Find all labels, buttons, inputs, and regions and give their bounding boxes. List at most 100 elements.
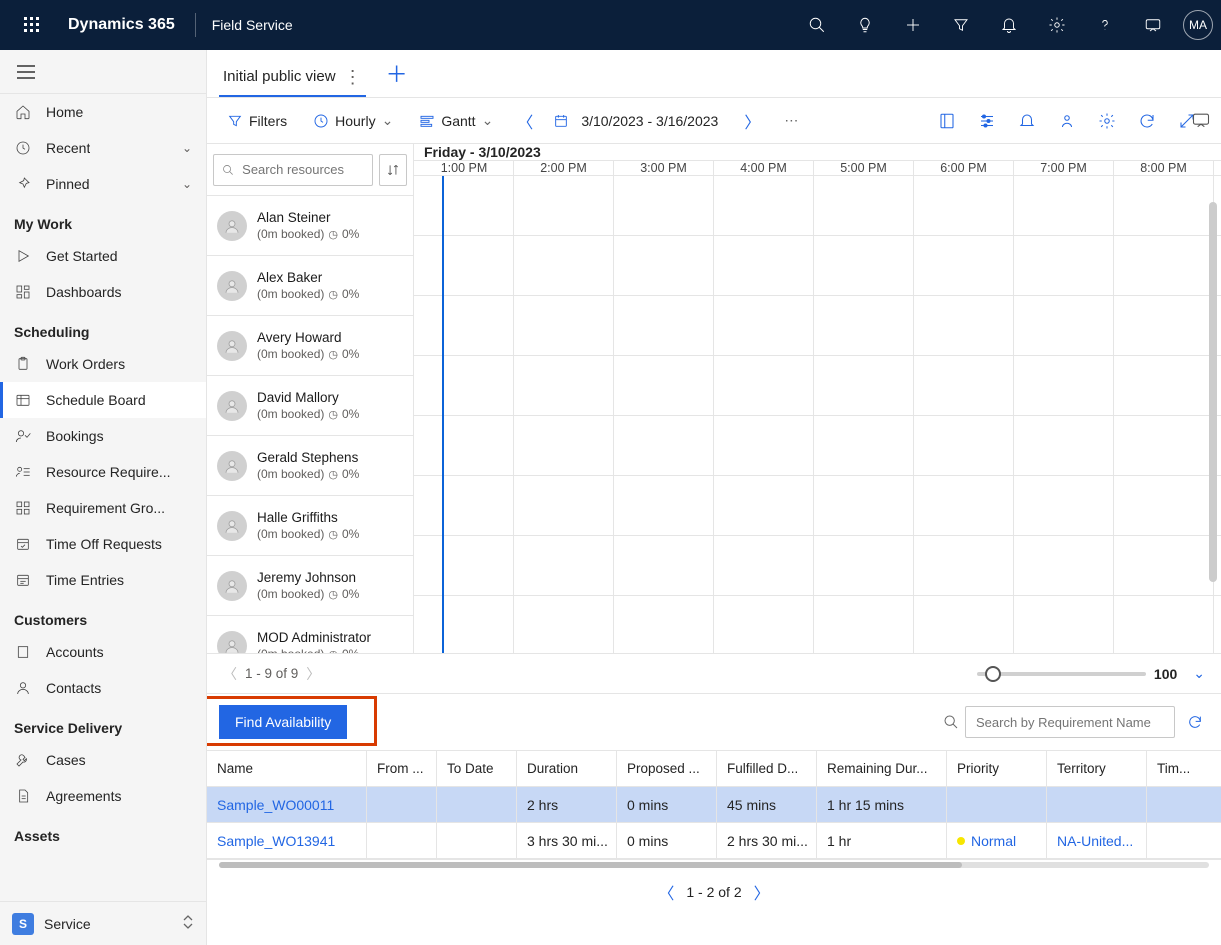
- cell-name[interactable]: Sample_WO13941: [207, 823, 367, 858]
- more-commands-icon[interactable]: ⋯: [776, 108, 806, 133]
- page-prev-button[interactable]: 〈: [223, 664, 237, 684]
- filter-icon[interactable]: [939, 1, 983, 49]
- nav-pinned[interactable]: Pinned ⌄: [0, 166, 206, 202]
- nav-get-started[interactable]: Get Started: [0, 238, 206, 274]
- view-dropdown[interactable]: Gantt ⌄: [411, 108, 501, 133]
- gantt-cell[interactable]: [714, 296, 814, 355]
- nav-time-entries[interactable]: Time Entries: [0, 562, 206, 598]
- resource-row[interactable]: MOD Administrator (0m booked) ◷ 0%: [207, 616, 413, 653]
- gantt-cell[interactable]: [514, 176, 614, 235]
- nav-home[interactable]: Home: [0, 94, 206, 130]
- gantt-cell[interactable]: [614, 596, 714, 653]
- date-range-picker[interactable]: 3/10/2023 - 3/16/2023: [545, 109, 732, 133]
- lightbulb-icon[interactable]: [843, 1, 887, 49]
- book-icon[interactable]: [937, 111, 957, 131]
- list-settings-icon[interactable]: [977, 111, 997, 131]
- col-fulfilled[interactable]: Fulfilled D...: [717, 751, 817, 786]
- gantt-cell[interactable]: [814, 236, 914, 295]
- req-page-next-button[interactable]: 〉: [754, 880, 770, 904]
- gantt-cell[interactable]: [1114, 176, 1214, 235]
- gantt-cell[interactable]: [914, 416, 1014, 475]
- nav-schedule-board[interactable]: Schedule Board: [0, 382, 206, 418]
- nav-work-orders[interactable]: Work Orders: [0, 346, 206, 382]
- gantt-cell[interactable]: [914, 476, 1014, 535]
- gantt-cell[interactable]: [1014, 536, 1114, 595]
- gantt-cell[interactable]: [814, 296, 914, 355]
- gantt-cell[interactable]: [714, 596, 814, 653]
- search-input[interactable]: [240, 161, 364, 178]
- gantt-cell[interactable]: [1014, 236, 1114, 295]
- bell-icon[interactable]: [1017, 111, 1037, 131]
- gantt-cell[interactable]: [914, 296, 1014, 355]
- gantt-row[interactable]: [414, 536, 1221, 596]
- area-switcher[interactable]: S Service: [0, 901, 206, 945]
- gantt-cell[interactable]: [1014, 476, 1114, 535]
- gantt-cell[interactable]: [714, 356, 814, 415]
- map-person-icon[interactable]: [1057, 111, 1077, 131]
- gantt-cell[interactable]: [914, 176, 1014, 235]
- requirement-row[interactable]: Sample_WO13941 3 hrs 30 mi... 0 mins 2 h…: [207, 823, 1221, 859]
- nav-cases[interactable]: Cases: [0, 742, 206, 778]
- sort-button[interactable]: [379, 154, 407, 186]
- resource-row[interactable]: David Mallory (0m booked) ◷ 0%: [207, 376, 413, 436]
- page-next-button[interactable]: 〉: [306, 664, 320, 684]
- gantt-cell[interactable]: [1114, 536, 1214, 595]
- gantt-cell[interactable]: [614, 296, 714, 355]
- resource-row[interactable]: Alan Steiner (0m booked) ◷ 0%: [207, 196, 413, 256]
- help-icon[interactable]: [1083, 1, 1127, 49]
- gantt-cell[interactable]: [914, 356, 1014, 415]
- gantt-cell[interactable]: [414, 536, 514, 595]
- gantt-cell[interactable]: [414, 596, 514, 653]
- gantt-cell[interactable]: [714, 416, 814, 475]
- col-proposed[interactable]: Proposed ...: [617, 751, 717, 786]
- gantt-row[interactable]: [414, 176, 1221, 236]
- gantt-row[interactable]: [414, 356, 1221, 416]
- gantt-cell[interactable]: [514, 356, 614, 415]
- gantt-cell[interactable]: [614, 356, 714, 415]
- gantt-cell[interactable]: [1114, 236, 1214, 295]
- gantt-cell[interactable]: [514, 236, 614, 295]
- collapse-panel-icon[interactable]: ⌄: [1193, 665, 1205, 682]
- gantt-cell[interactable]: [1014, 356, 1114, 415]
- cell-territory[interactable]: NA-United...: [1047, 823, 1147, 858]
- app-launcher-icon[interactable]: [8, 1, 56, 49]
- zoom-slider[interactable]: 100: [977, 666, 1177, 682]
- gantt-row[interactable]: [414, 596, 1221, 653]
- gantt-cell[interactable]: [1114, 416, 1214, 475]
- user-avatar[interactable]: MA: [1183, 10, 1213, 40]
- gantt-cell[interactable]: [814, 596, 914, 653]
- req-page-prev-button[interactable]: 〈: [658, 880, 674, 904]
- cell-territory[interactable]: [1047, 787, 1147, 822]
- gantt-row[interactable]: [414, 296, 1221, 356]
- gantt-cell[interactable]: [814, 176, 914, 235]
- resource-row[interactable]: Alex Baker (0m booked) ◷ 0%: [207, 256, 413, 316]
- cell-name[interactable]: Sample_WO00011: [207, 787, 367, 822]
- gantt-row[interactable]: [414, 476, 1221, 536]
- nav-requirement-groups[interactable]: Requirement Gro...: [0, 490, 206, 526]
- add-icon[interactable]: [891, 1, 935, 49]
- gantt-cell[interactable]: [514, 476, 614, 535]
- gantt-cell[interactable]: [414, 356, 514, 415]
- nav-recent[interactable]: Recent ⌄: [0, 130, 206, 166]
- gear-icon[interactable]: [1035, 1, 1079, 49]
- gantt-cell[interactable]: [414, 476, 514, 535]
- app-name[interactable]: Field Service: [204, 17, 301, 33]
- col-priority[interactable]: Priority: [947, 751, 1047, 786]
- time-scale-dropdown[interactable]: Hourly ⌄: [305, 108, 401, 133]
- gantt-cell[interactable]: [614, 176, 714, 235]
- resource-row[interactable]: Jeremy Johnson (0m booked) ◷ 0%: [207, 556, 413, 616]
- gantt-cell[interactable]: [1114, 476, 1214, 535]
- gantt-cell[interactable]: [1014, 416, 1114, 475]
- gantt-cell[interactable]: [514, 596, 614, 653]
- cell-priority[interactable]: Normal: [947, 823, 1047, 858]
- bell-icon[interactable]: [987, 1, 1031, 49]
- search-icon[interactable]: [795, 1, 839, 49]
- gantt-cell[interactable]: [914, 236, 1014, 295]
- col-duration[interactable]: Duration: [517, 751, 617, 786]
- gantt-cell[interactable]: [814, 536, 914, 595]
- gantt-cell[interactable]: [614, 416, 714, 475]
- gantt-cell[interactable]: [1014, 596, 1114, 653]
- nav-contacts[interactable]: Contacts: [0, 670, 206, 706]
- nav-agreements[interactable]: Agreements: [0, 778, 206, 814]
- vertical-scrollbar[interactable]: [1209, 202, 1217, 582]
